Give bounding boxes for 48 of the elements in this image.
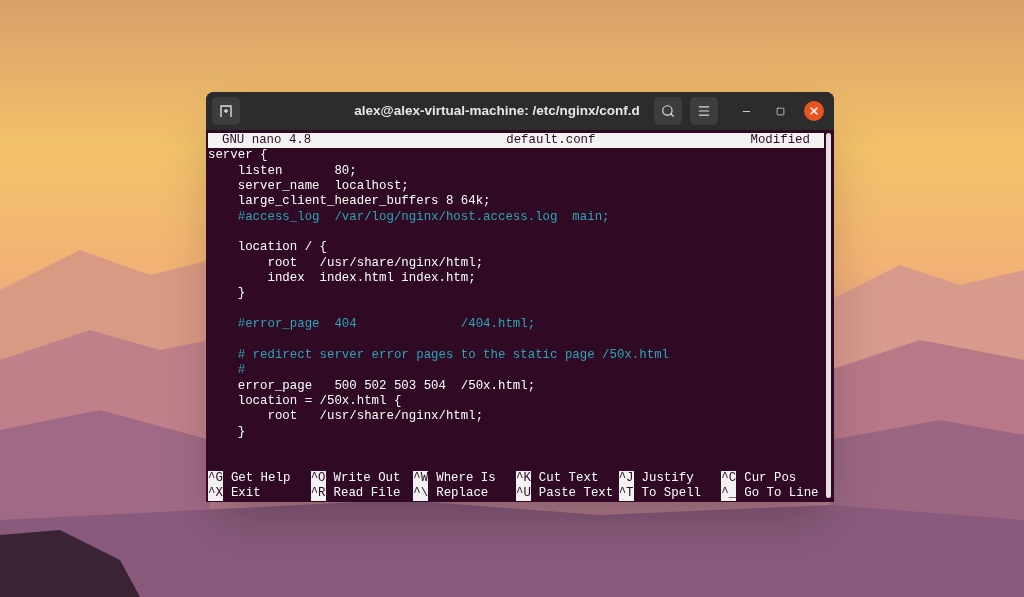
code-line: listen 80; [236, 163, 357, 178]
code-line: location = /50x.html { [236, 393, 402, 408]
code-comment: #access_log /var/log/nginx/host.access.log main; [236, 209, 610, 224]
shortcut-key: ^J [618, 470, 634, 486]
shortcut-label: Where Is [435, 470, 496, 486]
code-line: server { [208, 148, 268, 163]
shortcut-label: Cut Text [537, 470, 599, 486]
shortcut-key: ^O [310, 470, 326, 486]
shortcut-label: Read File [332, 485, 401, 502]
modified-status: Modified [750, 133, 810, 149]
code-line: } [236, 424, 246, 439]
code-line: location / { [236, 240, 327, 255]
code-line: error_page 500 502 503 504 /50x.html; [236, 378, 536, 393]
code-comment: # redirect server error pages to the static page /50x.html [236, 347, 669, 362]
new-tab-icon [219, 104, 233, 118]
code-comment: # [236, 363, 246, 378]
shortcut-key: ^G [208, 470, 223, 486]
shortcut-key: ^K [516, 470, 531, 486]
menu-button[interactable] [690, 97, 718, 125]
shortcut-label: Write Out [332, 470, 401, 486]
code-line: } [236, 286, 246, 301]
shortcut-key: ^C [721, 470, 737, 486]
file-name: default.conf [505, 133, 596, 149]
code-line: root /usr/share/nginx/html; [266, 255, 484, 270]
window-title: alex@alex-virtual-machine: /etc/nginx/conf.d [354, 101, 640, 120]
shortcut-label: Exit [229, 485, 261, 502]
shortcut-label: Get Help [229, 470, 291, 486]
maximize-icon [775, 106, 785, 116]
code-line: root /usr/share/nginx/html; [266, 409, 484, 424]
scrollbar[interactable] [826, 133, 831, 498]
shortcut-label: To Spell [640, 485, 702, 502]
shortcut-label: Cur Pos [743, 470, 797, 486]
code-line: large_client_header_buffers 8 64k; [236, 194, 491, 209]
close-button[interactable] [804, 101, 824, 121]
shortcut-label: Go To Line [743, 485, 819, 502]
code-line: server_name localhost; [236, 179, 409, 194]
shortcut-label: Paste Text [537, 485, 614, 502]
shortcut-key: ^W [413, 470, 429, 486]
nano-version: GNU nano 4.8 [222, 133, 312, 149]
shortcut-label: Replace [435, 485, 489, 502]
close-icon [808, 105, 820, 117]
search-icon [661, 104, 675, 118]
search-button[interactable] [654, 97, 682, 125]
code-line: index index.html index.htm; [266, 271, 476, 286]
code-comment: #error_page 404 /404.html; [236, 317, 536, 332]
menu-icon [697, 104, 711, 118]
shortcut-label: Justify [640, 470, 694, 486]
new-tab-button[interactable] [212, 97, 240, 125]
